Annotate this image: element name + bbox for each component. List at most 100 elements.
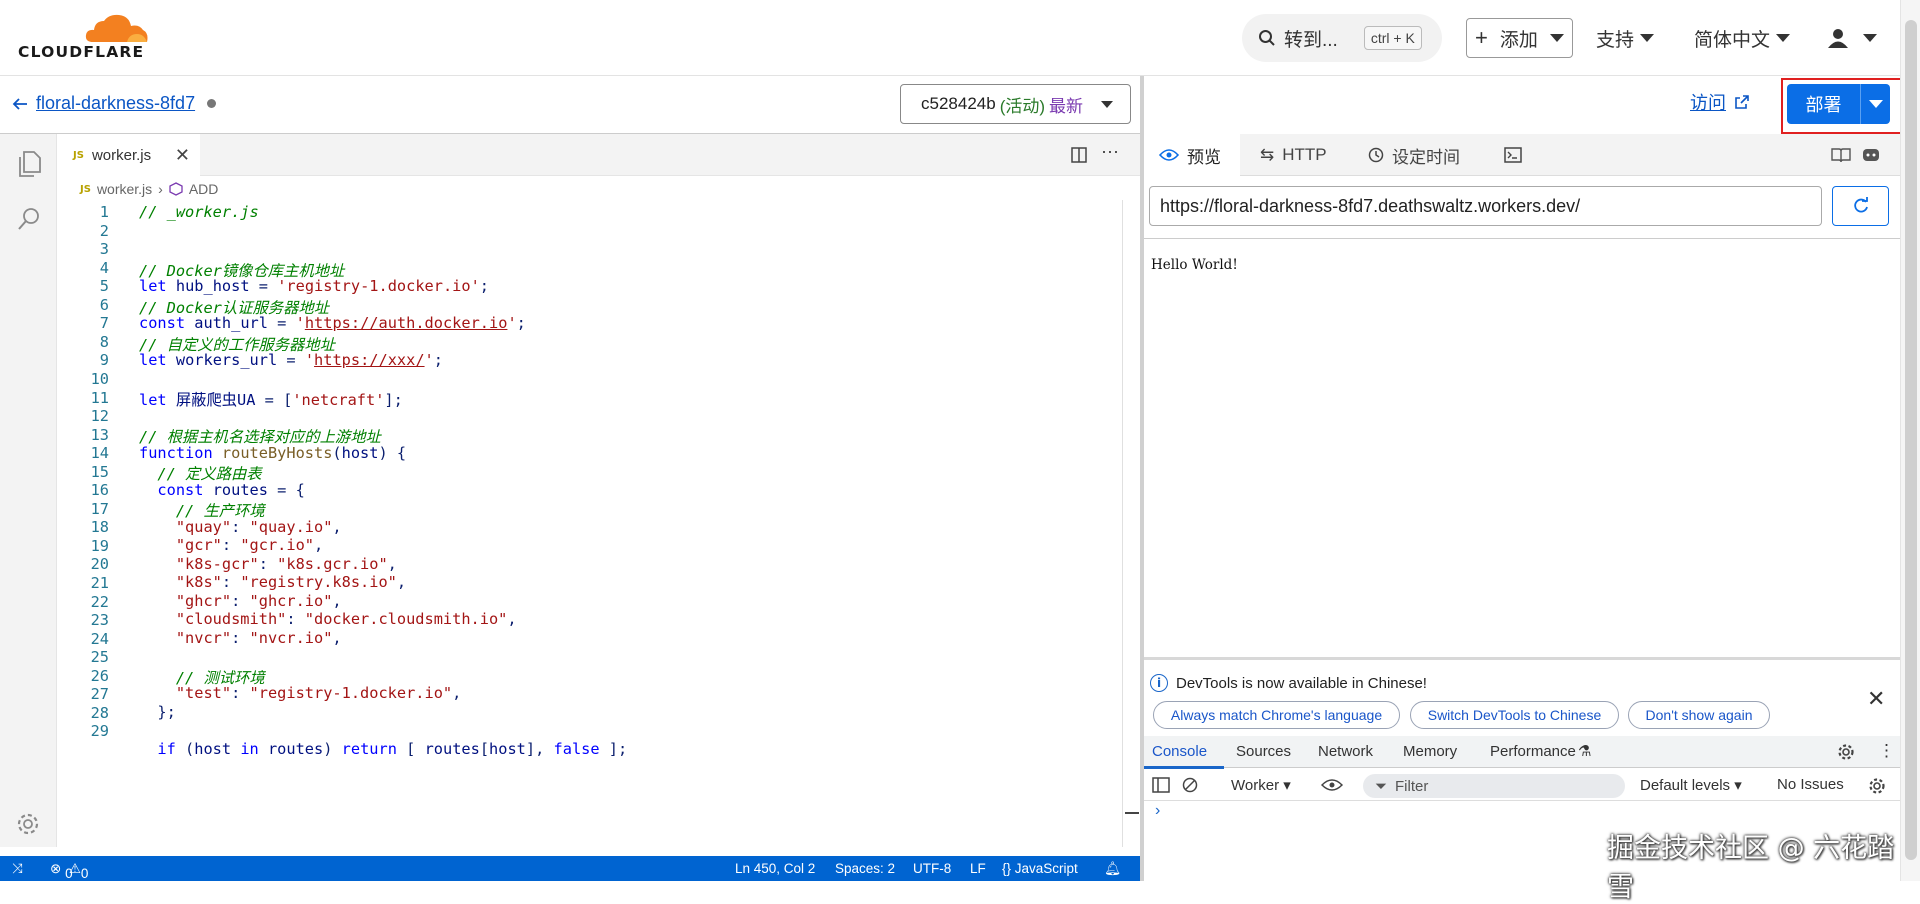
close-icon[interactable]: ✕ — [175, 145, 190, 166]
breadcrumb-symbol[interactable]: ADD — [189, 181, 219, 197]
line-number: 5 — [99, 277, 109, 296]
visit-link[interactable]: 访问 — [1690, 89, 1750, 115]
split-editor-icon[interactable] — [1071, 147, 1087, 163]
line-number: 15 — [90, 462, 109, 481]
line-number: 28 — [90, 703, 109, 722]
files-icon[interactable] — [16, 150, 42, 178]
version-latest: 最新 — [1049, 96, 1084, 116]
gear-icon[interactable] — [1837, 743, 1855, 761]
terminal-icon — [1504, 147, 1522, 163]
language-mode[interactable]: {} JavaScript — [1002, 861, 1078, 876]
code-line: "test": "registry-1.docker.io", — [175, 684, 462, 702]
cursor-position[interactable]: Ln 450, Col 2 — [735, 861, 815, 876]
user-menu[interactable] — [1827, 18, 1877, 58]
back-to-worker-link[interactable]: floral-darkness-8fd7 — [12, 93, 217, 114]
bell-icon[interactable]: 🔔︎ — [1104, 861, 1121, 877]
tab-memory[interactable]: Memory — [1403, 743, 1457, 760]
tab-preview[interactable]: 预览 — [1144, 134, 1240, 176]
code-line: }; — [139, 703, 176, 721]
console-filter-input[interactable]: ⏷ Filter — [1363, 774, 1625, 798]
remote-icon[interactable]: ⤨ — [12, 861, 23, 877]
warning-count: 0 — [80, 866, 89, 881]
clear-console-icon[interactable] — [1182, 777, 1198, 793]
page-scrollbar[interactable] — [1900, 0, 1920, 881]
cloud-icon — [85, 14, 148, 42]
code-editor[interactable]: 1 2 3 4 5 6 7 8 9 10 11 12 13 14 15 16 17 18 19 20 21 22 23 24 2… — [57, 200, 1122, 847]
chevron-down-icon — [1640, 34, 1655, 42]
worker-header: floral-darkness-8fd7 c528424b (活动) 最新 — [0, 76, 1140, 134]
line-number: 20 — [90, 555, 109, 574]
console-prompt[interactable]: › — [1155, 802, 1160, 820]
tab-label: worker.js — [91, 146, 152, 164]
line-number: 19 — [90, 536, 109, 555]
arrow-left-icon — [12, 97, 27, 110]
line-ending[interactable]: LF — [970, 861, 986, 876]
editor-scrollbar[interactable] — [1122, 200, 1140, 847]
line-number: 6 — [99, 295, 109, 314]
more-actions-icon[interactable]: ⋯ — [1101, 142, 1119, 163]
tab-terminal[interactable] — [1504, 134, 1522, 176]
tab-http[interactable]: ⇆ HTTP — [1260, 134, 1327, 176]
always-match-language-button[interactable]: Always match Chrome's language — [1153, 701, 1400, 729]
line-number: 13 — [90, 425, 109, 444]
eye-icon[interactable] — [1321, 778, 1343, 792]
chevron-down-icon — [1868, 100, 1883, 108]
tab-console[interactable]: Console — [1152, 743, 1207, 760]
add-button[interactable]: + 添加 — [1466, 18, 1573, 58]
line-number: 14 — [90, 444, 109, 463]
breadcrumb-file[interactable]: worker.js — [97, 181, 152, 197]
search-box[interactable]: 转到... ctrl + K — [1242, 14, 1442, 62]
line-number: 17 — [90, 499, 109, 518]
line-number: 3 — [99, 240, 109, 259]
tab-worker-js[interactable]: JS worker.js ✕ — [57, 134, 200, 176]
line-number: 8 — [99, 332, 109, 351]
js-file-icon: JS — [73, 149, 84, 161]
switch-to-chinese-button[interactable]: Switch DevTools to Chinese — [1410, 701, 1619, 729]
sidebar-toggle-icon[interactable] — [1152, 777, 1170, 793]
discord-icon[interactable] — [1862, 147, 1880, 163]
chevron-right-icon: › — [158, 181, 163, 197]
gear-icon[interactable] — [15, 811, 41, 837]
indentation[interactable]: Spaces: 2 — [835, 861, 895, 876]
deploy-options-button[interactable] — [1861, 100, 1890, 108]
context-selector[interactable]: Worker ▾ — [1231, 776, 1291, 794]
cloudflare-logo[interactable]: CLOUDFLARE — [18, 12, 153, 62]
log-levels-selector[interactable]: Default levels ▾ — [1640, 776, 1742, 794]
line-number: 18 — [90, 518, 109, 537]
close-icon[interactable]: ✕ — [1867, 686, 1885, 712]
worker-name: floral-darkness-8fd7 — [36, 93, 196, 113]
issues-indicator[interactable]: No Issues — [1777, 776, 1844, 793]
visit-label: 访问 — [1690, 93, 1726, 113]
chevron-down-icon — [1863, 34, 1877, 42]
kebab-menu-icon[interactable]: ⋮ — [1878, 741, 1895, 761]
code-line: let 屏蔽爬虫UA = ['netcraft']; — [139, 391, 403, 409]
version-status: (活动) — [999, 96, 1046, 116]
language-menu[interactable]: 简体中文 — [1694, 18, 1791, 58]
refresh-button[interactable] — [1832, 186, 1889, 226]
line-number: 16 — [90, 481, 109, 500]
preview-url-input[interactable]: https://floral-darkness-8fd7.deathswaltz… — [1149, 186, 1822, 226]
problems-indicator[interactable]: ⊗ 0 ⚠ 0 — [50, 861, 88, 881]
deploy-button[interactable]: 部署 — [1787, 84, 1890, 124]
code-line: "gcr": "gcr.io", — [175, 536, 324, 554]
tab-label: 预览 — [1187, 147, 1221, 167]
line-number: 26 — [90, 666, 109, 685]
version-selector[interactable]: c528424b (活动) 最新 — [900, 84, 1131, 124]
code-line: "k8s": "registry.k8s.io", — [175, 573, 407, 591]
tab-schedule[interactable]: 设定时间 — [1368, 134, 1460, 176]
context-label: Worker — [1231, 777, 1280, 794]
user-icon — [1828, 29, 1848, 48]
search-icon[interactable] — [16, 206, 42, 234]
tab-sources[interactable]: Sources — [1236, 743, 1291, 760]
tab-performance[interactable]: Performance — [1490, 743, 1576, 760]
line-number: 21 — [90, 574, 109, 592]
book-icon[interactable] — [1831, 147, 1851, 163]
code-line: function routeByHosts(host) { — [139, 444, 407, 462]
encoding[interactable]: UTF-8 — [913, 861, 951, 876]
support-menu[interactable]: 支持 — [1596, 18, 1655, 58]
gear-icon[interactable] — [1868, 777, 1886, 795]
deploy-label: 部署 — [1805, 95, 1842, 115]
code-line: // _worker.js — [139, 203, 259, 221]
dont-show-again-button[interactable]: Don't show again — [1628, 701, 1770, 729]
tab-network[interactable]: Network — [1318, 743, 1373, 760]
